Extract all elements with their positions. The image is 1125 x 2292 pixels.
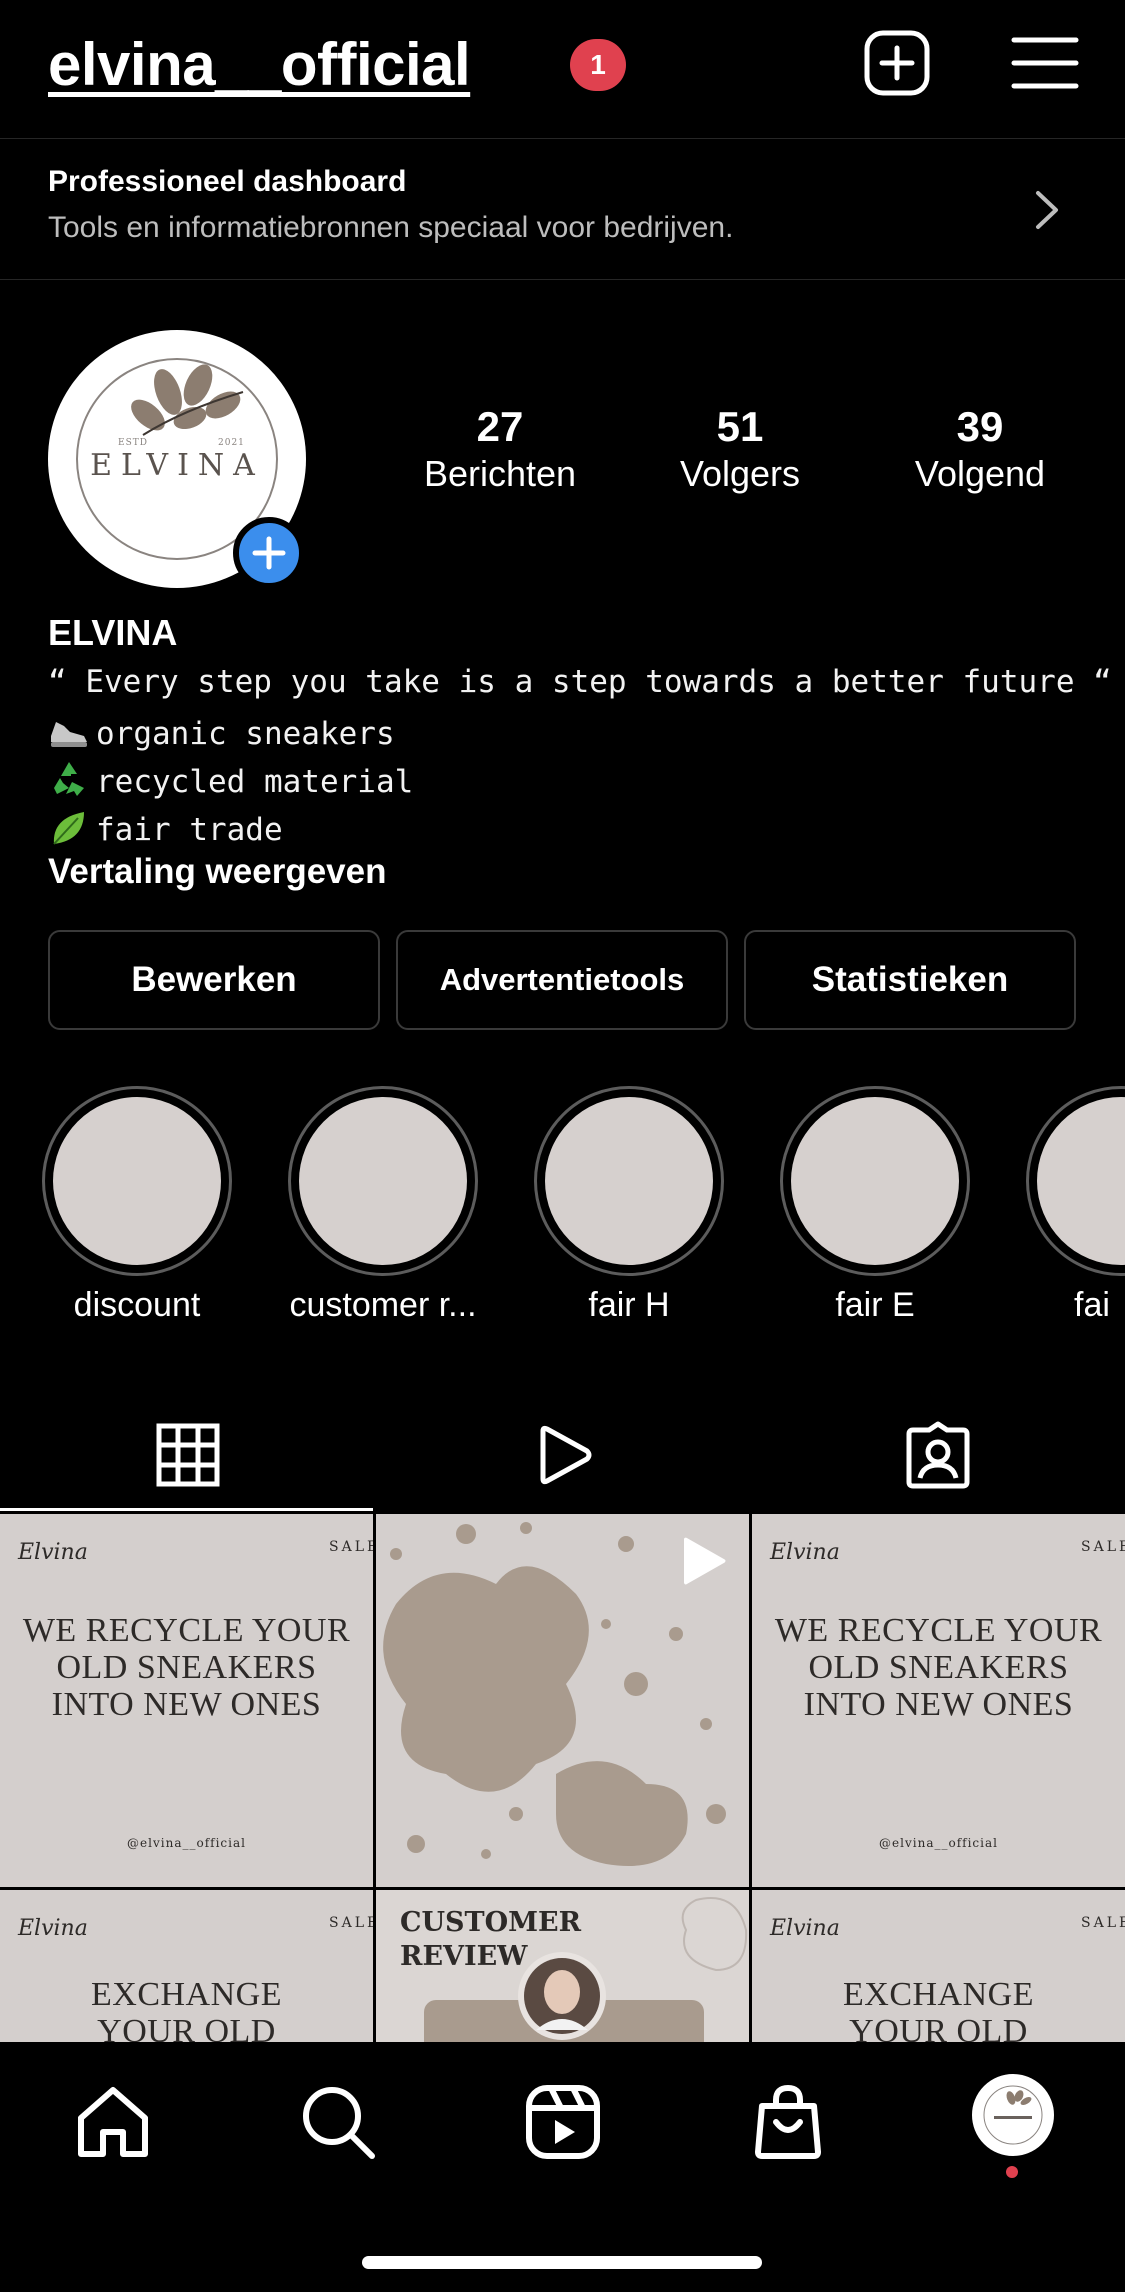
highlight-fair-partial[interactable]: fai	[1026, 1086, 1125, 1346]
post-handle: @elvina__official	[127, 1836, 246, 1850]
bio-line-sneakers: organic sneakers	[48, 710, 395, 752]
highlight-ring	[42, 1086, 232, 1276]
post-headline: We recycle your old sneakers into new on…	[774, 1612, 1103, 1723]
post-tile[interactable]: Elvina SALE Exchange your old	[0, 1890, 373, 2042]
highlight-customer-reviews[interactable]: customer r...	[288, 1086, 478, 1324]
post-headline: We recycle your old sneakers into new on…	[22, 1612, 351, 1723]
dashboard-title: Professioneel dashboard	[48, 165, 407, 198]
tab-reels[interactable]	[375, 1400, 750, 1510]
bottom-navigation	[0, 2042, 1125, 2292]
plus-icon	[252, 536, 286, 570]
highlight-cover	[1037, 1097, 1125, 1265]
post-brand: Elvina	[770, 1916, 840, 1941]
post-brand: Elvina	[18, 1916, 88, 1941]
tab-tagged[interactable]	[750, 1400, 1125, 1510]
logo-estd: ESTD	[118, 438, 148, 448]
home-icon[interactable]	[73, 2082, 153, 2162]
highlight-ring	[780, 1086, 970, 1276]
profile-avatar[interactable]	[972, 2074, 1054, 2156]
post-handle: @elvina__official	[879, 1836, 998, 1850]
highlight-label: fai	[1074, 1286, 1110, 1324]
stat-posts[interactable]: 27 Berichten	[400, 402, 600, 496]
dashboard-subtitle: Tools en informatiebronnen speciaal voor…	[48, 211, 734, 244]
home-indicator[interactable]	[362, 2256, 762, 2269]
insights-button[interactable]: Statistieken	[744, 930, 1076, 1030]
edit-profile-button[interactable]: Bewerken	[48, 930, 380, 1030]
bio-text: recycled material	[96, 764, 414, 800]
add-square-icon[interactable]	[862, 28, 932, 98]
chevron-right-icon	[1036, 191, 1058, 229]
highlight-ring	[1026, 1086, 1125, 1276]
recycle-icon	[54, 762, 84, 796]
stat-following-label: Volgend	[914, 453, 1046, 494]
post-tile-review[interactable]: Customer review	[376, 1890, 749, 2042]
post-tile[interactable]: Elvina SALE Exchange your old	[752, 1890, 1125, 2042]
see-translation-link[interactable]: Vertaling weergeven	[48, 852, 386, 892]
highlight-discount[interactable]: discount	[42, 1086, 232, 1324]
post-tile-reel[interactable]	[376, 1514, 749, 1887]
grid-icon	[156, 1423, 219, 1487]
activity-dot	[1006, 2166, 1018, 2178]
post-headline: Exchange your old	[843, 1976, 1034, 2042]
professional-dashboard-banner[interactable]: Professioneel dashboard Tools en informa…	[0, 138, 1125, 280]
ad-tools-button[interactable]: Advertentietools	[396, 930, 728, 1030]
active-tab-indicator	[0, 1508, 373, 1511]
play-icon	[684, 1537, 726, 1585]
post-headline: Exchange your old	[91, 1976, 282, 2042]
elvina-logo-small	[983, 2085, 1043, 2145]
reels-icon[interactable]	[523, 2082, 603, 2162]
highlight-label: fair E	[835, 1286, 915, 1324]
highlight-ring	[534, 1086, 724, 1276]
stat-following-count: 39	[956, 403, 1004, 450]
sneaker-icon	[51, 722, 87, 747]
tagged-person-icon	[906, 1421, 969, 1489]
bio-text: “ Every step you take is a step towards …	[48, 664, 1112, 700]
username-switcher[interactable]: elvina__official	[48, 30, 471, 99]
post-sale-tag: SALE	[329, 1539, 373, 1555]
stat-followers-label: Volgers	[679, 453, 801, 494]
stat-posts-count: 27	[476, 403, 524, 450]
stat-posts-label: Berichten	[423, 453, 577, 494]
bio-text: fair trade	[96, 812, 283, 848]
highlight-cover	[299, 1097, 467, 1265]
highlight-fair-h[interactable]: fair H	[534, 1086, 724, 1324]
logo-year: 2021	[218, 438, 245, 448]
bio-line-recycle: recycled material	[48, 758, 413, 800]
reels-play-icon	[540, 1425, 591, 1485]
stat-followers-count: 51	[716, 403, 764, 450]
search-icon[interactable]	[298, 2082, 378, 2162]
top-header: elvina__official 1	[0, 0, 1125, 138]
highlight-ring	[288, 1086, 478, 1276]
highlight-cover	[545, 1097, 713, 1265]
shop-bag-icon[interactable]	[748, 2082, 828, 2162]
add-story-button[interactable]	[233, 517, 305, 589]
post-sale-tag: SALE	[1081, 1915, 1125, 1931]
leaf-icon	[53, 812, 84, 845]
tab-grid[interactable]	[0, 1400, 375, 1510]
post-tile[interactable]: Elvina SALE We recycle your old sneakers…	[752, 1514, 1125, 1887]
bio-text: organic sneakers	[96, 716, 395, 752]
bio-line-quote: “ Every step you take is a step towards …	[48, 664, 1112, 700]
logo-name: ELVINA	[90, 448, 264, 483]
post-sale-tag: SALE	[329, 1915, 373, 1931]
post-tile[interactable]: Elvina SALE We recycle your old sneakers…	[0, 1514, 373, 1887]
post-sale-tag: SALE	[1081, 1539, 1125, 1555]
hamburger-menu-icon[interactable]	[1010, 28, 1080, 98]
highlight-fair-e[interactable]: fair E	[780, 1086, 970, 1324]
display-name: ELVINA	[48, 612, 178, 653]
highlight-cover	[791, 1097, 959, 1265]
highlight-cover	[53, 1097, 221, 1265]
notification-badge[interactable]: 1	[570, 39, 626, 91]
stat-followers[interactable]: 51 Volgers	[640, 402, 840, 496]
bio-line-fairtrade: fair trade	[48, 806, 283, 848]
post-headline: Customer review	[400, 1907, 582, 1972]
post-brand: Elvina	[18, 1540, 88, 1565]
stat-following[interactable]: 39 Volgend	[880, 402, 1080, 496]
post-brand: Elvina	[770, 1540, 840, 1565]
